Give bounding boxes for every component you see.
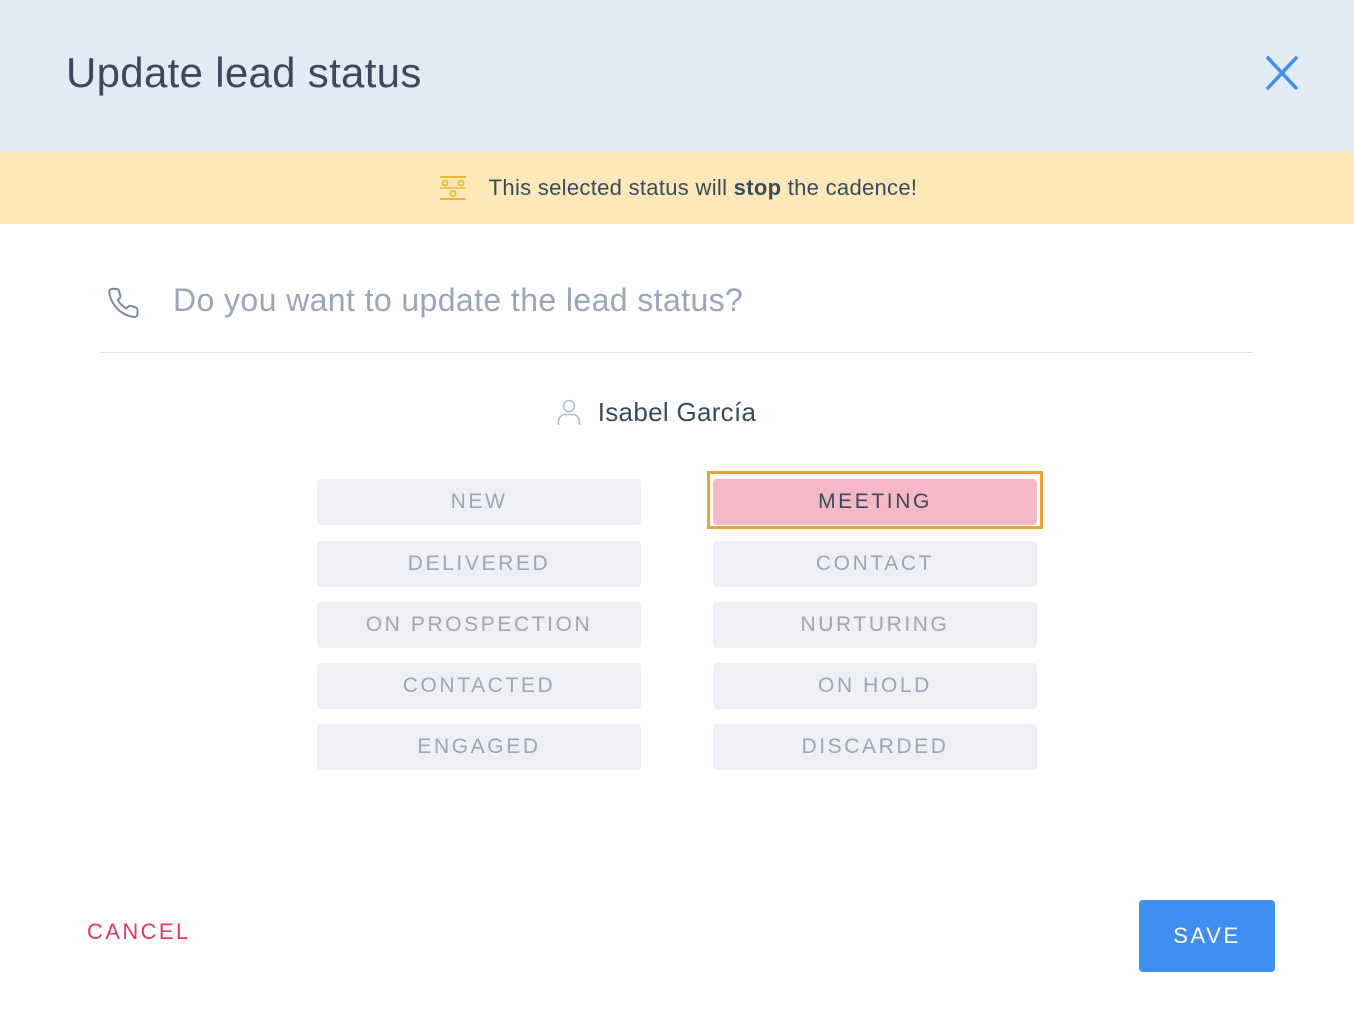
banner-text-before: This selected status will (488, 175, 734, 200)
status-delivered[interactable]: DELIVERED (317, 541, 641, 587)
status-discarded[interactable]: DISCARDED (713, 724, 1037, 770)
phone-icon (108, 287, 139, 319)
status-contact[interactable]: CONTACT (713, 541, 1037, 587)
lead-name: Isabel García (597, 396, 757, 427)
close-button[interactable] (1258, 50, 1306, 98)
banner-text-after: the cadence! (781, 175, 918, 200)
status-engaged[interactable]: ENGAGED (317, 724, 641, 770)
modal-title: Update lead status (66, 49, 422, 96)
question-text: Do you want to update the lead status? (173, 282, 744, 318)
cadence-warning-banner: This selected status will stop the caden… (0, 152, 1354, 224)
modal-header: Update lead status (0, 0, 1354, 152)
person-icon (557, 399, 581, 425)
banner-message: This selected status will stop the caden… (489, 175, 918, 201)
update-lead-status-modal: Update lead status This selected status … (0, 0, 1354, 1034)
save-button[interactable]: SAVE (1139, 900, 1275, 972)
cadence-icon (439, 176, 466, 200)
status-contacted[interactable]: CONTACTED (317, 663, 641, 709)
status-new[interactable]: NEW (317, 479, 641, 525)
status-nurturing[interactable]: NURTURING (713, 602, 1037, 648)
status-meeting[interactable]: MEETING (713, 479, 1037, 525)
status-on-prospection[interactable]: ON PROSPECTION (317, 602, 641, 648)
banner-text-bold: stop (733, 175, 782, 200)
close-icon (1266, 56, 1298, 90)
cancel-button[interactable]: CANCEL (87, 919, 191, 945)
question-row: Do you want to update the lead status? (101, 270, 1253, 353)
lead-info: Isabel García (0, 392, 1354, 432)
status-on-hold[interactable]: ON HOLD (713, 663, 1037, 709)
